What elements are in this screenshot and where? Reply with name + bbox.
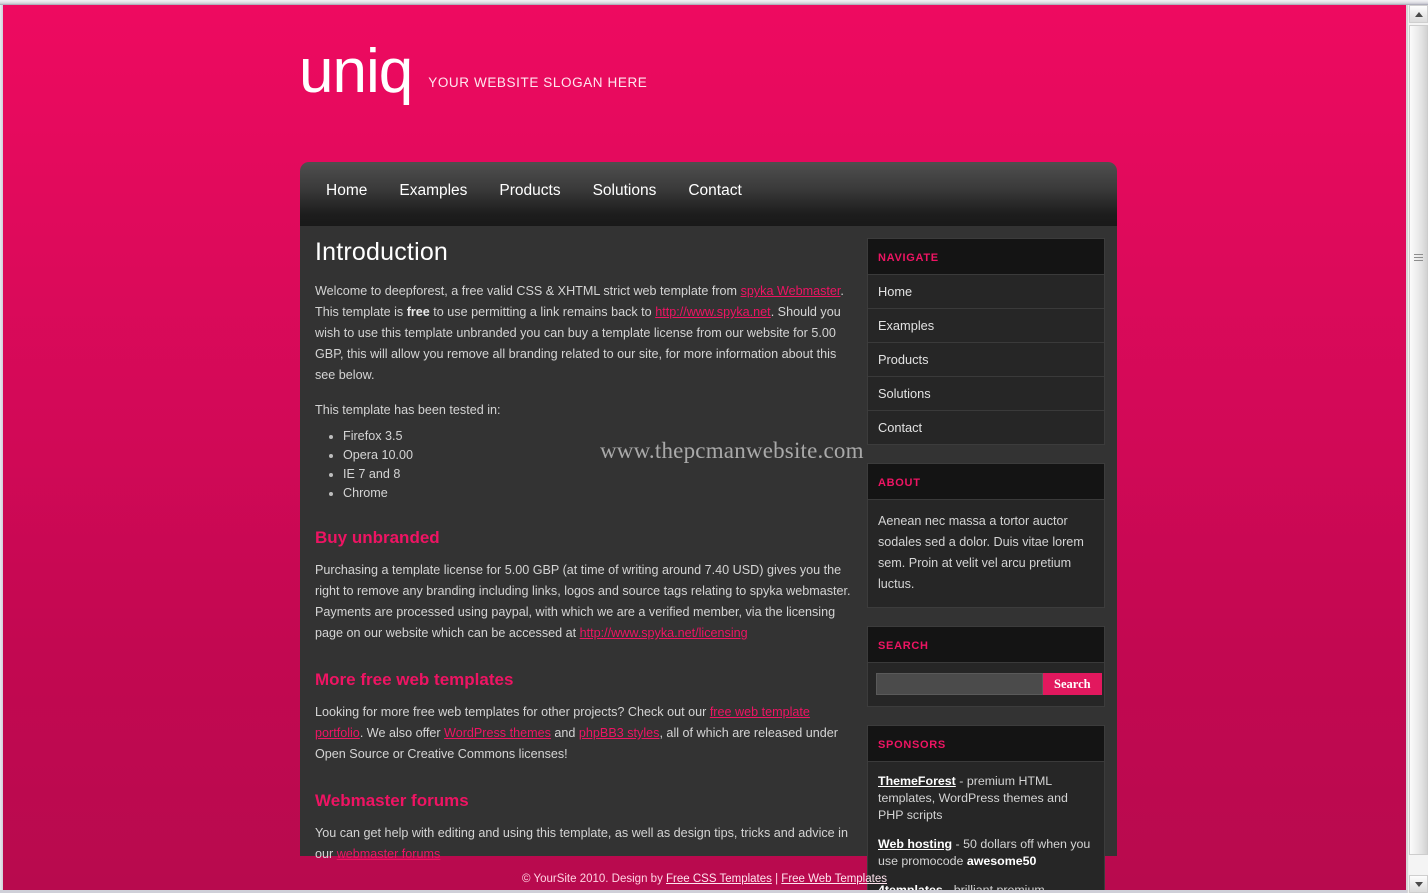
panel-header-navigate: NAVIGATE (868, 239, 1104, 275)
page-title: Introduction (315, 238, 449, 266)
main-nav-link-solutions[interactable]: Solutions (577, 176, 673, 206)
site-footer: © YourSite 2010. Design by Free CSS Temp… (3, 873, 1406, 885)
vertical-scrollbar[interactable] (1407, 5, 1428, 893)
link-free-css-templates[interactable]: Free CSS Templates (666, 873, 772, 885)
tested-intro-text: This template has been tested in: (315, 403, 501, 417)
main-nav-item-contact[interactable]: Contact (672, 176, 757, 206)
panel-title-navigate: NAVIGATE (878, 252, 939, 264)
scrollbar-thumb[interactable] (1409, 25, 1428, 855)
main-nav-link-home[interactable]: Home (310, 176, 383, 206)
link-web-hosting[interactable]: Web hosting (878, 837, 952, 851)
intro-paragraph: Welcome to deepforest, a free valid CSS … (315, 281, 860, 386)
sidebar-nav-list: Home Examples Products Solutions Contact (868, 275, 1104, 444)
main-column: Introduction Welcome to deepforest, a fr… (315, 238, 860, 879)
link-spyka-net[interactable]: http://www.spyka.net (655, 305, 771, 319)
panel-title-search: SEARCH (878, 640, 929, 652)
footer-separator: | (771, 873, 782, 885)
main-nav-link-products[interactable]: Products (483, 176, 576, 206)
section-paragraph-buy-unbranded: Purchasing a template license for 5.00 G… (315, 560, 860, 644)
intro-text-3: to use permitting a link remains back to (429, 305, 656, 319)
sidebar-item-home[interactable]: Home (868, 275, 1104, 309)
sponsor-item: Web hosting - 50 dollars off when you us… (878, 836, 1094, 870)
chevron-down-icon (1414, 881, 1423, 887)
search-input[interactable] (876, 673, 1043, 695)
sidebar-item-solutions[interactable]: Solutions (868, 377, 1104, 411)
sidebar: NAVIGATE Home Examples Products Solution… (867, 238, 1105, 890)
panel-header-about: ABOUT (868, 464, 1104, 500)
sidebar-item-products[interactable]: Products (868, 343, 1104, 377)
main-nav-item-examples[interactable]: Examples (383, 176, 483, 206)
browser-window: uniq YOUR WEBSITE SLOGAN HERE Home Examp… (0, 0, 1428, 893)
section-paragraph-more-templates: Looking for more free web templates for … (315, 702, 860, 765)
site-slogan: YOUR WEBSITE SLOGAN HERE (428, 75, 648, 90)
web-page: uniq YOUR WEBSITE SLOGAN HERE Home Examp… (3, 5, 1406, 890)
more-text-2: . We also offer (359, 726, 445, 740)
chevron-up-icon (1414, 11, 1423, 17)
link-themeforest[interactable]: ThemeForest (878, 774, 956, 788)
panel-body-sponsors: ThemeForest - premium HTML templates, Wo… (868, 762, 1104, 890)
sponsor-promocode: awesome50 (966, 854, 1037, 868)
site-header: uniq YOUR WEBSITE SLOGAN HERE (299, 27, 1117, 147)
sidebar-link-products[interactable]: Products (868, 343, 1104, 376)
panel-search: SEARCH Search (867, 626, 1105, 707)
link-spyka-webmaster[interactable]: spyka Webmaster (741, 284, 841, 298)
panel-header-sponsors: SPONSORS (868, 726, 1104, 762)
panel-about: ABOUT Aenean nec massa a tortor auctor s… (867, 463, 1105, 608)
scrollbar-up-button[interactable] (1409, 5, 1428, 23)
browser-list-item: Firefox 3.5 (343, 427, 860, 445)
panel-header-search: SEARCH (868, 627, 1104, 663)
sponsor-item: ThemeForest - premium HTML templates, Wo… (878, 773, 1094, 824)
main-nav-item-home[interactable]: Home (310, 176, 383, 206)
panel-title-about: ABOUT (878, 477, 921, 489)
main-navigation: Home Examples Products Solutions Contact (300, 162, 1117, 226)
panel-navigate: NAVIGATE Home Examples Products Solution… (867, 238, 1105, 445)
link-spyka-licensing[interactable]: http://www.spyka.net/licensing (580, 626, 748, 640)
sidebar-link-contact[interactable]: Contact (868, 411, 1104, 444)
browser-list: Firefox 3.5 Opera 10.00 IE 7 and 8 Chrom… (315, 427, 860, 502)
section-heading-webmaster-forums: Webmaster forums (315, 791, 469, 810)
footer-copyright: © YourSite 2010. Design by (522, 873, 667, 885)
sidebar-link-home[interactable]: Home (868, 275, 1104, 308)
content-area: www.thepcmanwebsite.com Introduction Wel… (300, 226, 1117, 890)
browser-list-item: Opera 10.00 (343, 446, 860, 464)
intro-bold-free: free (406, 305, 430, 319)
main-nav-link-contact[interactable]: Contact (672, 176, 757, 206)
scrollbar-down-button[interactable] (1409, 875, 1428, 893)
search-button[interactable]: Search (1043, 673, 1102, 695)
section-heading-more-templates: More free web templates (315, 670, 514, 689)
section-heading-buy-unbranded: Buy unbranded (315, 528, 440, 547)
link-phpbb3-styles[interactable]: phpBB3 styles (579, 726, 660, 740)
main-nav-link-examples[interactable]: Examples (383, 176, 483, 206)
browser-list-item: IE 7 and 8 (343, 465, 860, 483)
more-text-3: and (550, 726, 579, 740)
search-form: Search (868, 663, 1104, 706)
site-logo[interactable]: uniq (299, 41, 413, 103)
sidebar-item-contact[interactable]: Contact (868, 411, 1104, 444)
link-wordpress-themes[interactable]: WordPress themes (444, 726, 551, 740)
link-free-web-templates[interactable]: Free Web Templates (781, 873, 887, 885)
main-nav-item-solutions[interactable]: Solutions (577, 176, 673, 206)
main-nav-list: Home Examples Products Solutions Contact (300, 162, 1117, 220)
section-paragraph-webmaster-forums: You can get help with editing and using … (315, 823, 860, 865)
about-text: Aenean nec massa a tortor auctor sodales… (878, 514, 1084, 591)
panel-sponsors: SPONSORS ThemeForest - premium HTML temp… (867, 725, 1105, 890)
sidebar-item-examples[interactable]: Examples (868, 309, 1104, 343)
main-nav-item-products[interactable]: Products (483, 176, 576, 206)
more-text-1: Looking for more free web templates for … (315, 705, 710, 719)
sidebar-link-examples[interactable]: Examples (868, 309, 1104, 342)
link-webmaster-forums[interactable]: webmaster forums (337, 847, 441, 861)
panel-title-sponsors: SPONSORS (878, 739, 946, 751)
grip-lines-icon (1414, 252, 1423, 263)
sidebar-link-solutions[interactable]: Solutions (868, 377, 1104, 410)
panel-body-about: Aenean nec massa a tortor auctor sodales… (868, 500, 1104, 607)
intro-text-1: Welcome to deepforest, a free valid CSS … (315, 284, 741, 298)
browser-list-item: Chrome (343, 484, 860, 502)
